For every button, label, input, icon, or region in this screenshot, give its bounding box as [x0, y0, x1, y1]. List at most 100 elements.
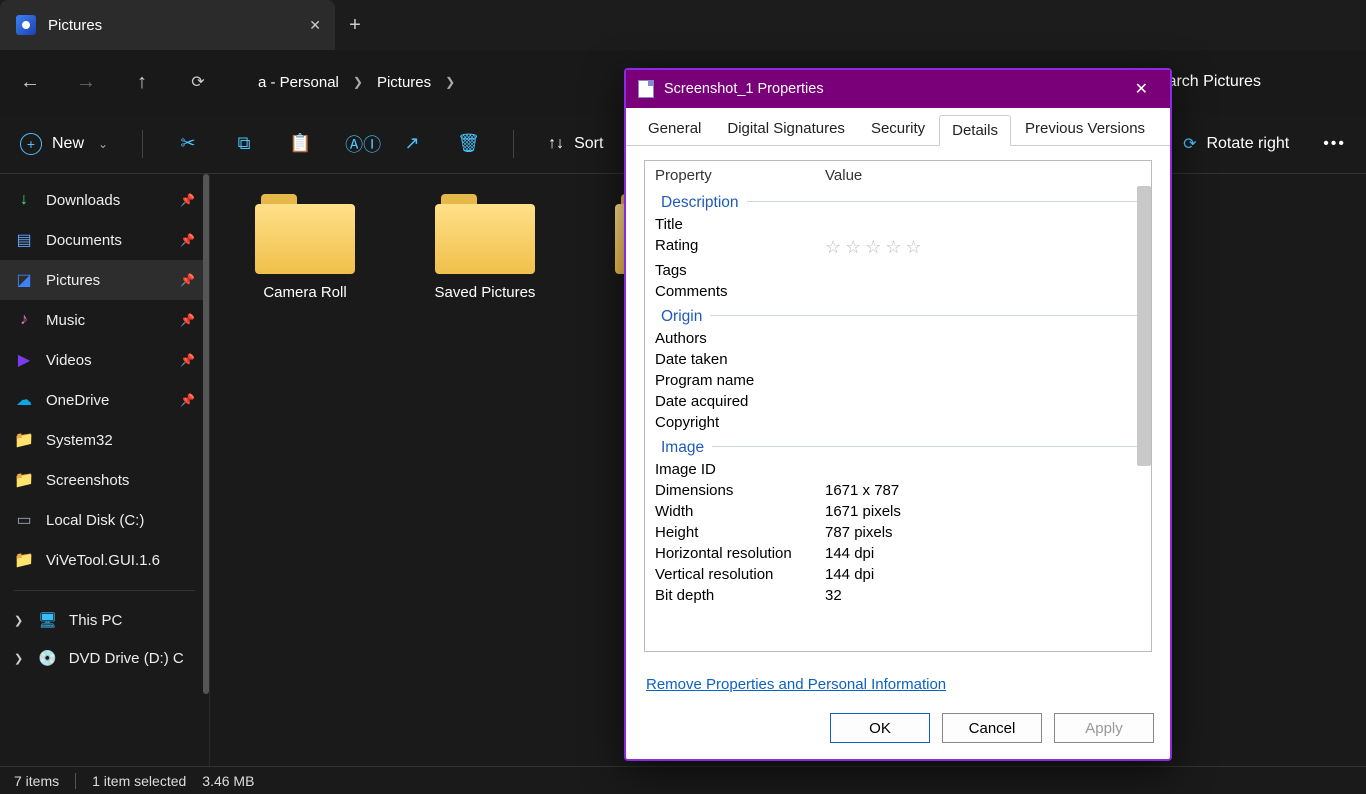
- property-key: Date taken: [655, 351, 825, 368]
- scrollbar[interactable]: [1137, 186, 1151, 466]
- breadcrumb-seg[interactable]: a - Personal: [258, 74, 339, 91]
- dialog-buttons: OK Cancel Apply: [626, 703, 1170, 759]
- sidebar-item-label: Downloads: [46, 192, 120, 209]
- property-row[interactable]: Vertical resolution144 dpi: [655, 564, 1141, 585]
- sidebar-item-local-disk-c-[interactable]: ▭ Local Disk (C:): [0, 500, 209, 540]
- close-tab-icon[interactable]: ✕: [309, 17, 321, 34]
- tab-previous-versions[interactable]: Previous Versions: [1013, 114, 1157, 145]
- file-label: Saved Pictures: [435, 284, 536, 301]
- rating-stars[interactable]: ☆☆☆☆☆: [825, 237, 926, 257]
- property-value: [825, 372, 1141, 389]
- property-row[interactable]: Date taken: [655, 349, 1141, 370]
- tree-item-icon: 💿: [38, 649, 57, 667]
- property-row[interactable]: Dimensions1671 x 787: [655, 480, 1141, 501]
- sidebar: ↓ Downloads 📌▤ Documents 📌◪ Pictures 📌♪ …: [0, 174, 210, 766]
- tab-digital-signatures[interactable]: Digital Signatures: [715, 114, 857, 145]
- property-row[interactable]: Copyright: [655, 412, 1141, 433]
- tab-general[interactable]: General: [636, 114, 713, 145]
- property-row[interactable]: Tags: [655, 260, 1141, 281]
- window-tab[interactable]: Pictures ✕: [0, 0, 335, 50]
- property-row[interactable]: Title: [655, 214, 1141, 235]
- sidebar-item-vivetool-gui-1-6[interactable]: 📁 ViVeTool.GUI.1.6: [0, 540, 209, 580]
- property-key: Tags: [655, 262, 825, 279]
- sidebar-item-music[interactable]: ♪ Music 📌: [0, 300, 209, 340]
- rotate-right-button[interactable]: ⟳ Rotate right: [1183, 134, 1289, 154]
- tree-item-this-pc[interactable]: ❯ 🖥 This PC: [0, 601, 209, 639]
- copy-icon[interactable]: ⧉: [233, 133, 255, 154]
- grid-body[interactable]: DescriptionTitleRating☆☆☆☆☆TagsCommentsO…: [645, 186, 1151, 642]
- new-button[interactable]: + New ⌄: [20, 133, 108, 155]
- chevron-right-icon[interactable]: ❯: [445, 75, 455, 89]
- property-row[interactable]: Program name: [655, 370, 1141, 391]
- more-button[interactable]: •••: [1323, 135, 1346, 153]
- sidebar-item-icon: 📁: [14, 470, 34, 490]
- pin-icon[interactable]: 📌: [180, 313, 195, 327]
- section-header: Image: [655, 433, 704, 459]
- cancel-button[interactable]: Cancel: [942, 713, 1042, 743]
- pin-icon[interactable]: 📌: [180, 393, 195, 407]
- property-value: [825, 262, 1141, 279]
- sort-button[interactable]: ↑↓ Sort: [548, 135, 603, 153]
- refresh-button[interactable]: ⟳: [186, 70, 210, 94]
- file-item[interactable]: Camera Roll: [230, 194, 380, 301]
- apply-button[interactable]: Apply: [1054, 713, 1154, 743]
- sidebar-item-videos[interactable]: ▶ Videos 📌: [0, 340, 209, 380]
- sidebar-item-screenshots[interactable]: 📁 Screenshots: [0, 460, 209, 500]
- forward-button[interactable]: →: [74, 70, 98, 94]
- property-row[interactable]: Date acquired: [655, 391, 1141, 412]
- property-row[interactable]: Authors: [655, 328, 1141, 349]
- separator: [710, 315, 1141, 316]
- remove-properties-link[interactable]: Remove Properties and Personal Informati…: [626, 666, 1170, 703]
- property-key: Rating: [655, 237, 825, 258]
- file-label: Camera Roll: [263, 284, 346, 301]
- sidebar-item-downloads[interactable]: ↓ Downloads 📌: [0, 180, 209, 220]
- pin-icon[interactable]: 📌: [180, 353, 195, 367]
- tab-details[interactable]: Details: [939, 115, 1011, 146]
- property-row[interactable]: Bit depth32: [655, 585, 1141, 606]
- sidebar-item-icon: ↓: [14, 190, 34, 210]
- new-tab-button[interactable]: +: [335, 0, 375, 50]
- delete-icon[interactable]: 🗑: [457, 133, 479, 154]
- sidebar-item-label: Videos: [46, 352, 92, 369]
- tab-security[interactable]: Security: [859, 114, 937, 145]
- back-button[interactable]: ←: [18, 70, 42, 94]
- pin-icon[interactable]: 📌: [180, 273, 195, 287]
- property-row[interactable]: Comments: [655, 281, 1141, 302]
- sidebar-item-documents[interactable]: ▤ Documents 📌: [0, 220, 209, 260]
- tree-item-dvd-drive-d-c[interactable]: ❯ 💿 DVD Drive (D:) C: [0, 639, 209, 677]
- property-row[interactable]: Image ID: [655, 459, 1141, 480]
- ok-button[interactable]: OK: [830, 713, 930, 743]
- chevron-right-icon[interactable]: ❯: [14, 614, 26, 627]
- property-row[interactable]: Height787 pixels: [655, 522, 1141, 543]
- sidebar-item-onedrive[interactable]: ☁ OneDrive 📌: [0, 380, 209, 420]
- property-row[interactable]: Width1671 pixels: [655, 501, 1141, 522]
- sidebar-item-pictures[interactable]: ◪ Pictures 📌: [0, 260, 209, 300]
- search-input[interactable]: Search Pictures: [1148, 73, 1348, 91]
- breadcrumb[interactable]: a - Personal ❯ Pictures ❯: [242, 62, 582, 102]
- close-icon[interactable]: ✕: [1125, 75, 1158, 103]
- chevron-right-icon[interactable]: ❯: [353, 75, 363, 89]
- breadcrumb-seg[interactable]: Pictures: [377, 74, 431, 91]
- property-row[interactable]: Horizontal resolution144 dpi: [655, 543, 1141, 564]
- cut-icon[interactable]: ✂: [177, 133, 199, 154]
- pin-icon[interactable]: 📌: [180, 193, 195, 207]
- property-key: Horizontal resolution: [655, 545, 825, 562]
- share-icon[interactable]: ↗: [401, 133, 423, 154]
- rename-icon[interactable]: ⒶⒾ: [345, 131, 367, 157]
- chevron-right-icon[interactable]: ❯: [14, 652, 26, 665]
- dialog-titlebar[interactable]: Screenshot_1 Properties ✕: [626, 70, 1170, 108]
- property-value: [825, 216, 1141, 233]
- grid-header-row: Property Value: [645, 165, 1151, 186]
- property-value: [825, 461, 1141, 478]
- sidebar-item-label: Music: [46, 312, 85, 329]
- file-item[interactable]: Saved Pictures: [410, 194, 560, 301]
- separator: [14, 590, 195, 591]
- sidebar-item-icon: ▭: [14, 510, 34, 530]
- property-row[interactable]: Rating☆☆☆☆☆: [655, 235, 1141, 260]
- paste-icon[interactable]: 📋: [289, 133, 311, 154]
- pin-icon[interactable]: 📌: [180, 233, 195, 247]
- sidebar-item-system32[interactable]: 📁 System32: [0, 420, 209, 460]
- sidebar-item-label: System32: [46, 432, 113, 449]
- up-button[interactable]: ↑: [130, 70, 154, 94]
- section-header: Description: [655, 188, 739, 214]
